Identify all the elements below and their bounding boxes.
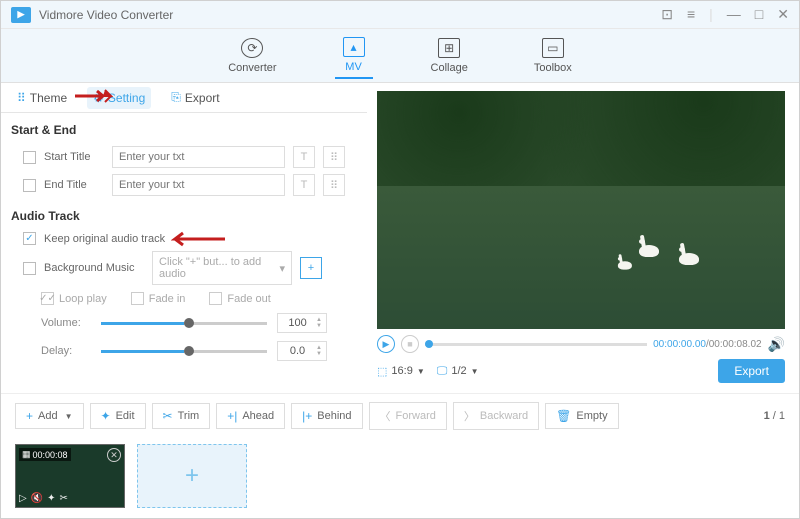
forward-button[interactable]: 〈Forward <box>369 402 447 430</box>
text-style-icon[interactable]: T <box>293 146 315 168</box>
clip-thumbnails: ▦00:00:08 ✕ ▷ 🔇 ✦ ✂ + <box>1 438 799 514</box>
preview-panel: ▶ ■ 00:00:00.00/00:00:08.02 🔊 ⬚16:9▼ 🖵1/… <box>367 83 799 393</box>
delay-value[interactable]: 0.0▲▼ <box>277 341 327 361</box>
fadeout-checkbox[interactable] <box>209 292 222 305</box>
loop-checkbox[interactable]: ✓ <box>41 292 54 305</box>
keep-original-checkbox[interactable] <box>23 232 36 245</box>
add-button[interactable]: +Add▼ <box>15 403 84 429</box>
trim-button[interactable]: ✂Trim <box>152 403 211 429</box>
export-button[interactable]: Export <box>718 359 785 383</box>
tab-theme[interactable]: ⠿Theme <box>11 87 73 109</box>
text-style-icon[interactable]: T <box>293 174 315 196</box>
backward-button[interactable]: 〉Backward <box>453 402 539 430</box>
app-logo: ▶ <box>11 7 31 23</box>
settings-panel: ⠿Theme ⚙Setting ⎘Export Start & End Star… <box>1 83 367 393</box>
volume-value[interactable]: 100▲▼ <box>277 313 327 333</box>
feedback-icon[interactable]: ⊡ <box>661 6 673 23</box>
delay-slider[interactable] <box>101 350 267 353</box>
annotation-arrow-setting <box>73 89 113 103</box>
edit-button[interactable]: ✦Edit <box>90 403 146 429</box>
bg-music-select[interactable]: Click "+" but... to add audio▾ <box>152 251 292 285</box>
text-expand-icon[interactable]: ⠿ <box>323 146 345 168</box>
empty-button[interactable]: 🗑Empty <box>545 403 618 429</box>
nav-collage[interactable]: ⊞ Collage <box>423 34 476 78</box>
play-icon[interactable]: ▷ <box>19 493 27 504</box>
close-icon[interactable]: ✕ <box>777 6 789 23</box>
app-title: Vidmore Video Converter <box>39 8 661 22</box>
section-audio-track: Audio Track <box>1 199 367 229</box>
top-navigation: ⟳ Converter ▴ MV ⊞ Collage ▭ Toolbox <box>1 29 799 83</box>
menu-icon[interactable]: ≡ <box>687 6 695 23</box>
volume-slider[interactable] <box>101 322 267 325</box>
ahead-button[interactable]: +|Ahead <box>216 403 285 429</box>
behind-button[interactable]: |+Behind <box>291 403 362 429</box>
nav-mv[interactable]: ▴ MV <box>335 33 373 79</box>
film-icon: ▦ <box>22 449 31 460</box>
titlebar: ▶ Vidmore Video Converter ⊡ ≡ | — □ ✕ <box>1 1 799 29</box>
fadein-checkbox[interactable] <box>131 292 144 305</box>
volume-icon[interactable]: 🔊 <box>768 336 785 353</box>
effect-icon[interactable]: ✦ <box>47 493 55 504</box>
toolbox-icon: ▭ <box>542 38 564 58</box>
converter-icon: ⟳ <box>241 38 263 58</box>
end-title-checkbox[interactable] <box>23 179 36 192</box>
clip-thumbnail[interactable]: ▦00:00:08 ✕ ▷ 🔇 ✦ ✂ <box>15 444 125 508</box>
mv-icon: ▴ <box>343 37 365 57</box>
maximize-icon[interactable]: □ <box>755 6 763 23</box>
cut-icon[interactable]: ✂ <box>60 493 68 504</box>
clip-toolbar: +Add▼ ✦Edit ✂Trim +|Ahead |+Behind 〈Forw… <box>1 393 799 438</box>
add-music-button[interactable]: + <box>300 257 322 279</box>
video-preview[interactable] <box>377 91 785 329</box>
start-title-checkbox[interactable] <box>23 151 36 164</box>
minimize-icon[interactable]: — <box>727 6 741 23</box>
remove-clip-icon[interactable]: ✕ <box>107 448 121 462</box>
nav-toolbox[interactable]: ▭ Toolbox <box>526 34 580 78</box>
stop-button[interactable]: ■ <box>401 335 419 353</box>
timeline-slider[interactable] <box>425 343 647 346</box>
bg-music-checkbox[interactable] <box>23 262 36 275</box>
subtabs: ⠿Theme ⚙Setting ⎘Export <box>1 83 367 113</box>
tab-export[interactable]: ⎘Export <box>165 86 225 109</box>
end-title-input[interactable] <box>112 174 285 196</box>
nav-converter[interactable]: ⟳ Converter <box>220 34 284 78</box>
annotation-arrow-audio <box>171 231 227 247</box>
mute-icon[interactable]: 🔇 <box>31 493 43 504</box>
text-expand-icon[interactable]: ⠿ <box>323 174 345 196</box>
zoom-selector[interactable]: 🖵1/2▼ <box>437 365 479 378</box>
pagination: 1 / 1 <box>764 410 785 422</box>
collage-icon: ⊞ <box>438 38 460 58</box>
section-start-end: Start & End <box>1 113 367 143</box>
add-clip-button[interactable]: + <box>137 444 247 508</box>
start-title-input[interactable] <box>112 146 285 168</box>
play-button[interactable]: ▶ <box>377 335 395 353</box>
aspect-selector[interactable]: ⬚16:9▼ <box>377 365 425 378</box>
